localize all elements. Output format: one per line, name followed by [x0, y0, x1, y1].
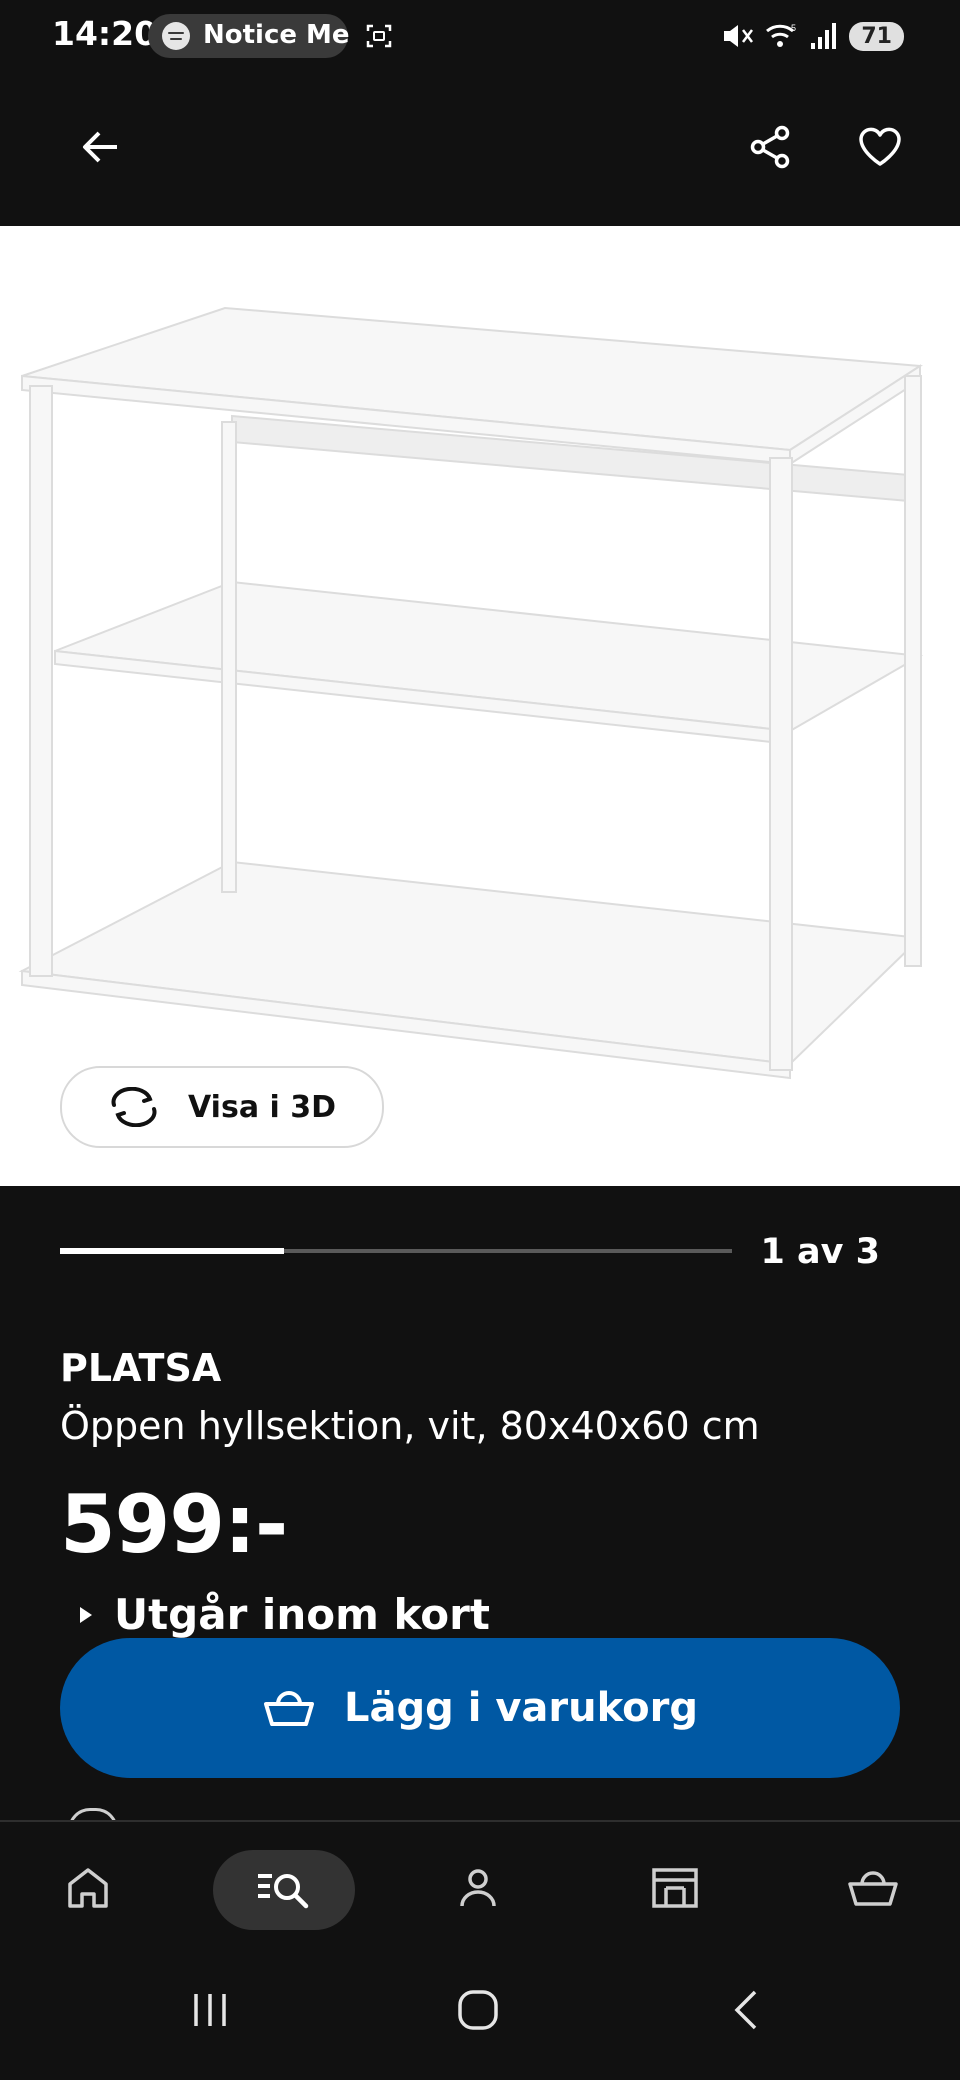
wifi-icon: 5: [766, 23, 796, 47]
signal-icon: [811, 23, 837, 49]
product-image-carousel[interactable]: Visa i 3D: [0, 226, 960, 1186]
availability-text: Utgår inom kort: [114, 1590, 490, 1639]
add-to-cart-button[interactable]: Lägg i varukorg: [60, 1638, 900, 1778]
nav-stores[interactable]: [630, 1852, 720, 1924]
bottom-navigation: [0, 1820, 960, 1942]
chevron-left-icon: [734, 1990, 757, 2030]
view-3d-label: Visa i 3D: [187, 1089, 337, 1125]
home-icon: [68, 1868, 108, 1908]
rotate-3d-icon: [111, 1087, 157, 1127]
nav-search[interactable]: [213, 1850, 355, 1930]
home-button-icon: [458, 1990, 498, 2030]
person-icon: [460, 1869, 496, 1907]
carousel-progress: [60, 1248, 732, 1254]
nav-cart[interactable]: [828, 1852, 918, 1924]
spotify-icon: [162, 22, 190, 50]
svg-text:5: 5: [791, 23, 796, 33]
add-to-cart-label: Lägg i varukorg: [344, 1685, 698, 1731]
now-playing-chip[interactable]: Notice Me: [148, 14, 350, 58]
favorite-button[interactable]: [845, 112, 915, 182]
caret-right-icon: [80, 1606, 92, 1623]
nav-home[interactable]: [43, 1852, 133, 1924]
screenshot-icon: [366, 24, 392, 48]
share-icon: [750, 125, 790, 169]
battery-level: 71: [861, 23, 892, 49]
heart-icon: [859, 127, 901, 166]
availability-row[interactable]: Utgår inom kort: [80, 1590, 490, 1639]
product-price: 599:-: [60, 1478, 288, 1571]
view-3d-button[interactable]: Visa i 3D: [60, 1066, 384, 1148]
system-navigation-bar: [0, 1940, 960, 2080]
product-description: Öppen hyllsektion, vit, 80x40x60 cm: [60, 1404, 760, 1448]
status-time: 14:20: [52, 14, 158, 53]
recent-apps-button[interactable]: [175, 1980, 245, 2040]
status-icons: 5 71: [721, 18, 904, 54]
store-icon: [652, 1868, 698, 1908]
product-name: PLATSA: [60, 1346, 222, 1390]
recent-apps-icon: [194, 1994, 226, 2026]
share-button[interactable]: [735, 112, 805, 182]
mute-icon: [724, 25, 754, 47]
page-indicator: 1 av 3: [760, 1232, 880, 1272]
arrow-left-icon: [83, 131, 117, 163]
carousel-progress-fill: [60, 1248, 284, 1254]
basket-icon: [848, 1871, 898, 1906]
product-image: [18, 306, 924, 1080]
battery-icon: 71: [849, 21, 904, 51]
search-list-icon: [258, 1874, 309, 1909]
now-playing-label: Notice Me: [203, 20, 350, 50]
app-bar: [0, 74, 960, 226]
system-back-button[interactable]: [712, 1980, 782, 2040]
basket-icon: [264, 1691, 315, 1726]
system-home-button[interactable]: [443, 1980, 513, 2040]
back-button[interactable]: [66, 112, 136, 182]
nav-profile[interactable]: [433, 1852, 523, 1924]
status-bar: 14:20 Notice Me 5 71: [0, 0, 960, 74]
